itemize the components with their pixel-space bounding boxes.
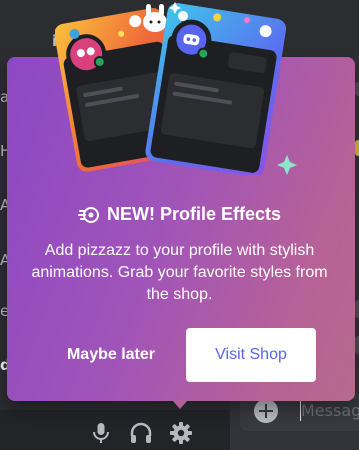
gear-icon[interactable] [169,421,193,445]
message-input[interactable]: Messag [301,401,359,420]
visit-shop-button[interactable]: Visit Shop [186,328,316,382]
user-panel [0,410,230,450]
popout-pointer [172,400,188,409]
profile-cards-illustration [55,2,297,175]
popout-description: Add pizzazz to your profile with stylish… [31,242,328,303]
add-attachment-icon[interactable] [254,399,278,423]
popout-title: NEW! Profile Effects [106,204,282,224]
chat-line-stub [355,140,359,156]
chat-line-stub [355,300,359,318]
headphones-icon[interactable] [129,421,153,445]
chat-line-stub [355,336,359,354]
profile-effects-icon [77,206,99,223]
popout-title-row: NEW! Profile Effects [0,204,359,225]
maybe-later-button[interactable]: Maybe later [52,328,170,382]
microphone-icon[interactable] [89,421,113,445]
chat-line-stub [355,82,359,96]
